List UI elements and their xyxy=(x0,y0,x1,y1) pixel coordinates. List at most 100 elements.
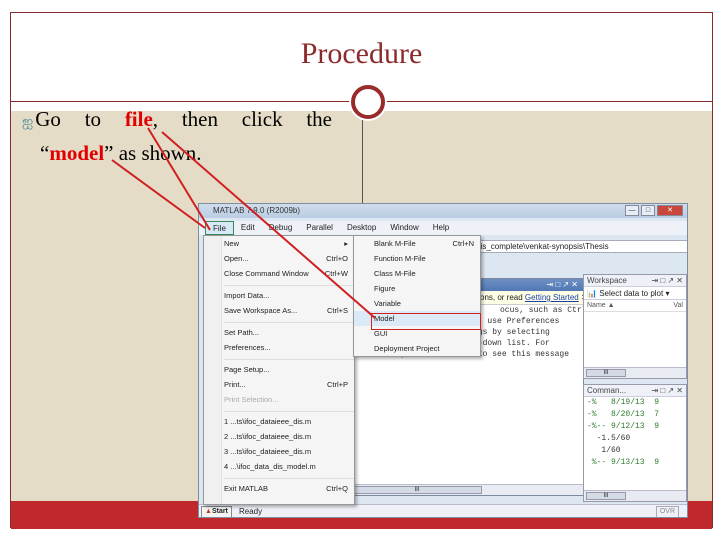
menu-separator xyxy=(224,281,354,286)
menu-item-label: 2 ...ts\ifoc_dataieee_dis.m xyxy=(224,432,312,441)
file-menu-item[interactable]: Page Setup... xyxy=(204,362,354,377)
file-menu-item[interactable]: 1 ...ts\ifoc_dataieee_dis.m xyxy=(204,414,354,429)
workspace-hscroll[interactable]: III xyxy=(584,367,686,378)
history-entry[interactable]: -1.5/60 xyxy=(584,433,686,445)
history-title: Comman... xyxy=(587,386,627,395)
menu-item-shortcut: Ctrl+O xyxy=(326,254,348,263)
file-menu-item[interactable]: Print Selection... xyxy=(204,392,354,407)
scroll-thumb[interactable]: III xyxy=(586,369,626,377)
new-submenu-item[interactable]: Function M-File xyxy=(354,251,480,266)
history-entry[interactable]: 1/60 xyxy=(584,445,686,457)
scroll-thumb[interactable]: III xyxy=(352,486,482,494)
file-menu: New ▸ Open... Ctrl+O Close Command Window Ctr… xyxy=(203,235,355,505)
menu-parallel[interactable]: Parallel xyxy=(299,221,340,235)
menu-file[interactable]: File xyxy=(205,221,234,235)
model-highlight-box xyxy=(371,313,481,330)
circle-ornament xyxy=(351,85,385,119)
menu-item-label: Exit MATLAB xyxy=(224,484,269,493)
workspace-title: Workspace xyxy=(587,276,627,285)
history-list[interactable]: -% 8/19/13 9 -% 8/20/13 7 -%-- 9/12/13 9 -… xyxy=(584,397,686,469)
menu-separator xyxy=(224,318,354,323)
scroll-thumb[interactable]: III xyxy=(586,492,626,500)
slide-title: Procedure xyxy=(300,37,423,70)
workspace-columns[interactable]: Name ▲ Val xyxy=(584,300,686,312)
matlab-titlebar: MATLAB 7.9.0 (R2009b) — □ ✕ xyxy=(199,204,687,218)
menu-item-label: New xyxy=(224,239,240,248)
new-submenu-item[interactable]: Figure xyxy=(354,281,480,296)
history-hscroll[interactable]: III xyxy=(584,490,686,501)
menu-item-label: Print Selection... xyxy=(224,395,279,404)
history-entry[interactable]: -% 8/19/13 9 xyxy=(584,397,686,409)
file-menu-item[interactable]: New ▸ xyxy=(204,236,354,251)
file-menu-item[interactable]: Save Workspace As... Ctrl+S xyxy=(204,303,354,318)
new-submenu-item[interactable]: Blank M-File Ctrl+N xyxy=(354,236,480,251)
new-submenu: Blank M-File Ctrl+N Function M-File Class M… xyxy=(353,235,481,357)
menu-desktop[interactable]: Desktop xyxy=(340,221,383,235)
menu-item-label: Function M-File xyxy=(374,254,426,263)
matlab-logo-icon: ▲ xyxy=(205,508,212,515)
menu-item-label: 1 ...ts\ifoc_dataieee_dis.m xyxy=(224,417,312,426)
menu-item-label: Print... xyxy=(224,380,246,389)
current-folder-field[interactable]: \synopsis_complete\venkat-synopsis\Thesi… xyxy=(449,240,687,253)
file-menu-item[interactable]: Open... Ctrl+O xyxy=(204,251,354,266)
menu-debug[interactable]: Debug xyxy=(262,221,300,235)
file-menu-item[interactable]: Import Data... xyxy=(204,288,354,303)
plot-selector-label: Select data to plot xyxy=(599,289,664,298)
pane-controls[interactable]: ⇥ □ ↗ ✕ xyxy=(651,275,683,287)
file-menu-item[interactable]: Print... Ctrl+P xyxy=(204,377,354,392)
window-title: MATLAB 7.9.0 (R2009b) xyxy=(213,206,301,215)
start-button[interactable]: ▲Start xyxy=(201,506,232,517)
file-menu-item[interactable]: 3 ...ts\ifoc_dataieee_dis.m xyxy=(204,444,354,459)
file-menu-item[interactable]: Exit MATLAB Ctrl+Q xyxy=(204,481,354,496)
plot-selector[interactable]: 📊 Select data to plot ▾ xyxy=(584,287,686,300)
new-submenu-item[interactable]: Variable xyxy=(354,296,480,311)
history-entry[interactable]: %-- 9/13/13 9 xyxy=(584,457,686,469)
menu-edit[interactable]: Edit xyxy=(234,221,262,235)
status-text: Ready xyxy=(239,507,263,516)
bullet-icon: ஐ xyxy=(22,115,34,130)
menu-window[interactable]: Window xyxy=(383,221,425,235)
getting-started-link[interactable]: Getting Started xyxy=(525,293,579,302)
command-history-panel: Comman... ⇥ □ ↗ ✕ -% 8/19/13 9 -% 8/20/13 … xyxy=(583,384,687,502)
menu-item-label: Save Workspace As... xyxy=(224,306,298,315)
matlab-window: MATLAB 7.9.0 (R2009b) — □ ✕ File Edit De… xyxy=(198,203,688,518)
menu-item-label: Variable xyxy=(374,299,401,308)
close-button[interactable]: ✕ xyxy=(657,205,683,216)
history-entry[interactable]: -%-- 9/12/13 9 xyxy=(584,421,686,433)
maximize-button[interactable]: □ xyxy=(641,205,655,216)
minimize-button[interactable]: — xyxy=(625,205,639,216)
file-menu-item[interactable]: Set Path... xyxy=(204,325,354,340)
col-value[interactable]: Val xyxy=(673,300,686,312)
command-hscroll[interactable]: III xyxy=(350,484,583,495)
workspace-panel: Workspace ⇥ □ ↗ ✕ 📊 Select data to plot ▾… xyxy=(583,274,687,379)
menu-item-label: Preferences... xyxy=(224,343,271,352)
menu-item-label: Close Command Window xyxy=(224,269,309,278)
menubar: File Edit Debug Parallel Desktop Window … xyxy=(199,221,687,235)
ovr-indicator: OVR xyxy=(655,506,679,517)
model-highlight: model xyxy=(49,141,105,165)
col-name[interactable]: Name ▲ xyxy=(587,302,615,309)
start-label: Start xyxy=(211,508,228,515)
pane-controls[interactable]: ⇥ □ ↗ ✕ xyxy=(651,385,683,397)
menu-separator xyxy=(224,355,354,360)
open-quote: “ xyxy=(40,141,50,165)
menu-item-label: Set Path... xyxy=(224,328,260,337)
file-menu-item[interactable]: 4 ...\ifoc_data_dis_model.m xyxy=(204,459,354,474)
menu-item-label: Page Setup... xyxy=(224,365,270,374)
menu-help[interactable]: Help xyxy=(426,221,456,235)
new-submenu-item[interactable]: Deployment Project xyxy=(354,341,480,356)
menu-item-label: Deployment Project xyxy=(374,344,440,353)
menu-item-shortcut: Ctrl+P xyxy=(326,380,348,389)
history-entry[interactable]: -% 8/20/13 7 xyxy=(584,409,686,421)
menu-item-shortcut: Ctrl+W xyxy=(324,269,348,278)
menu-item-label: Open... xyxy=(224,254,249,263)
menu-item-label: Import Data... xyxy=(224,291,270,300)
file-menu-item[interactable]: Preferences... xyxy=(204,340,354,355)
menu-item-label: 3 ...ts\ifoc_dataieee_dis.m xyxy=(224,447,312,456)
status-bar: ▲Start Ready OVR xyxy=(199,504,687,517)
new-submenu-item[interactable]: Class M-File xyxy=(354,266,480,281)
file-menu-item[interactable]: Close Command Window Ctrl+W xyxy=(204,266,354,281)
menu-item-label: 4 ...\ifoc_data_dis_model.m xyxy=(224,462,316,471)
file-menu-item[interactable]: 2 ...ts\ifoc_dataieee_dis.m xyxy=(204,429,354,444)
history-header: Comman... ⇥ □ ↗ ✕ xyxy=(584,385,686,397)
